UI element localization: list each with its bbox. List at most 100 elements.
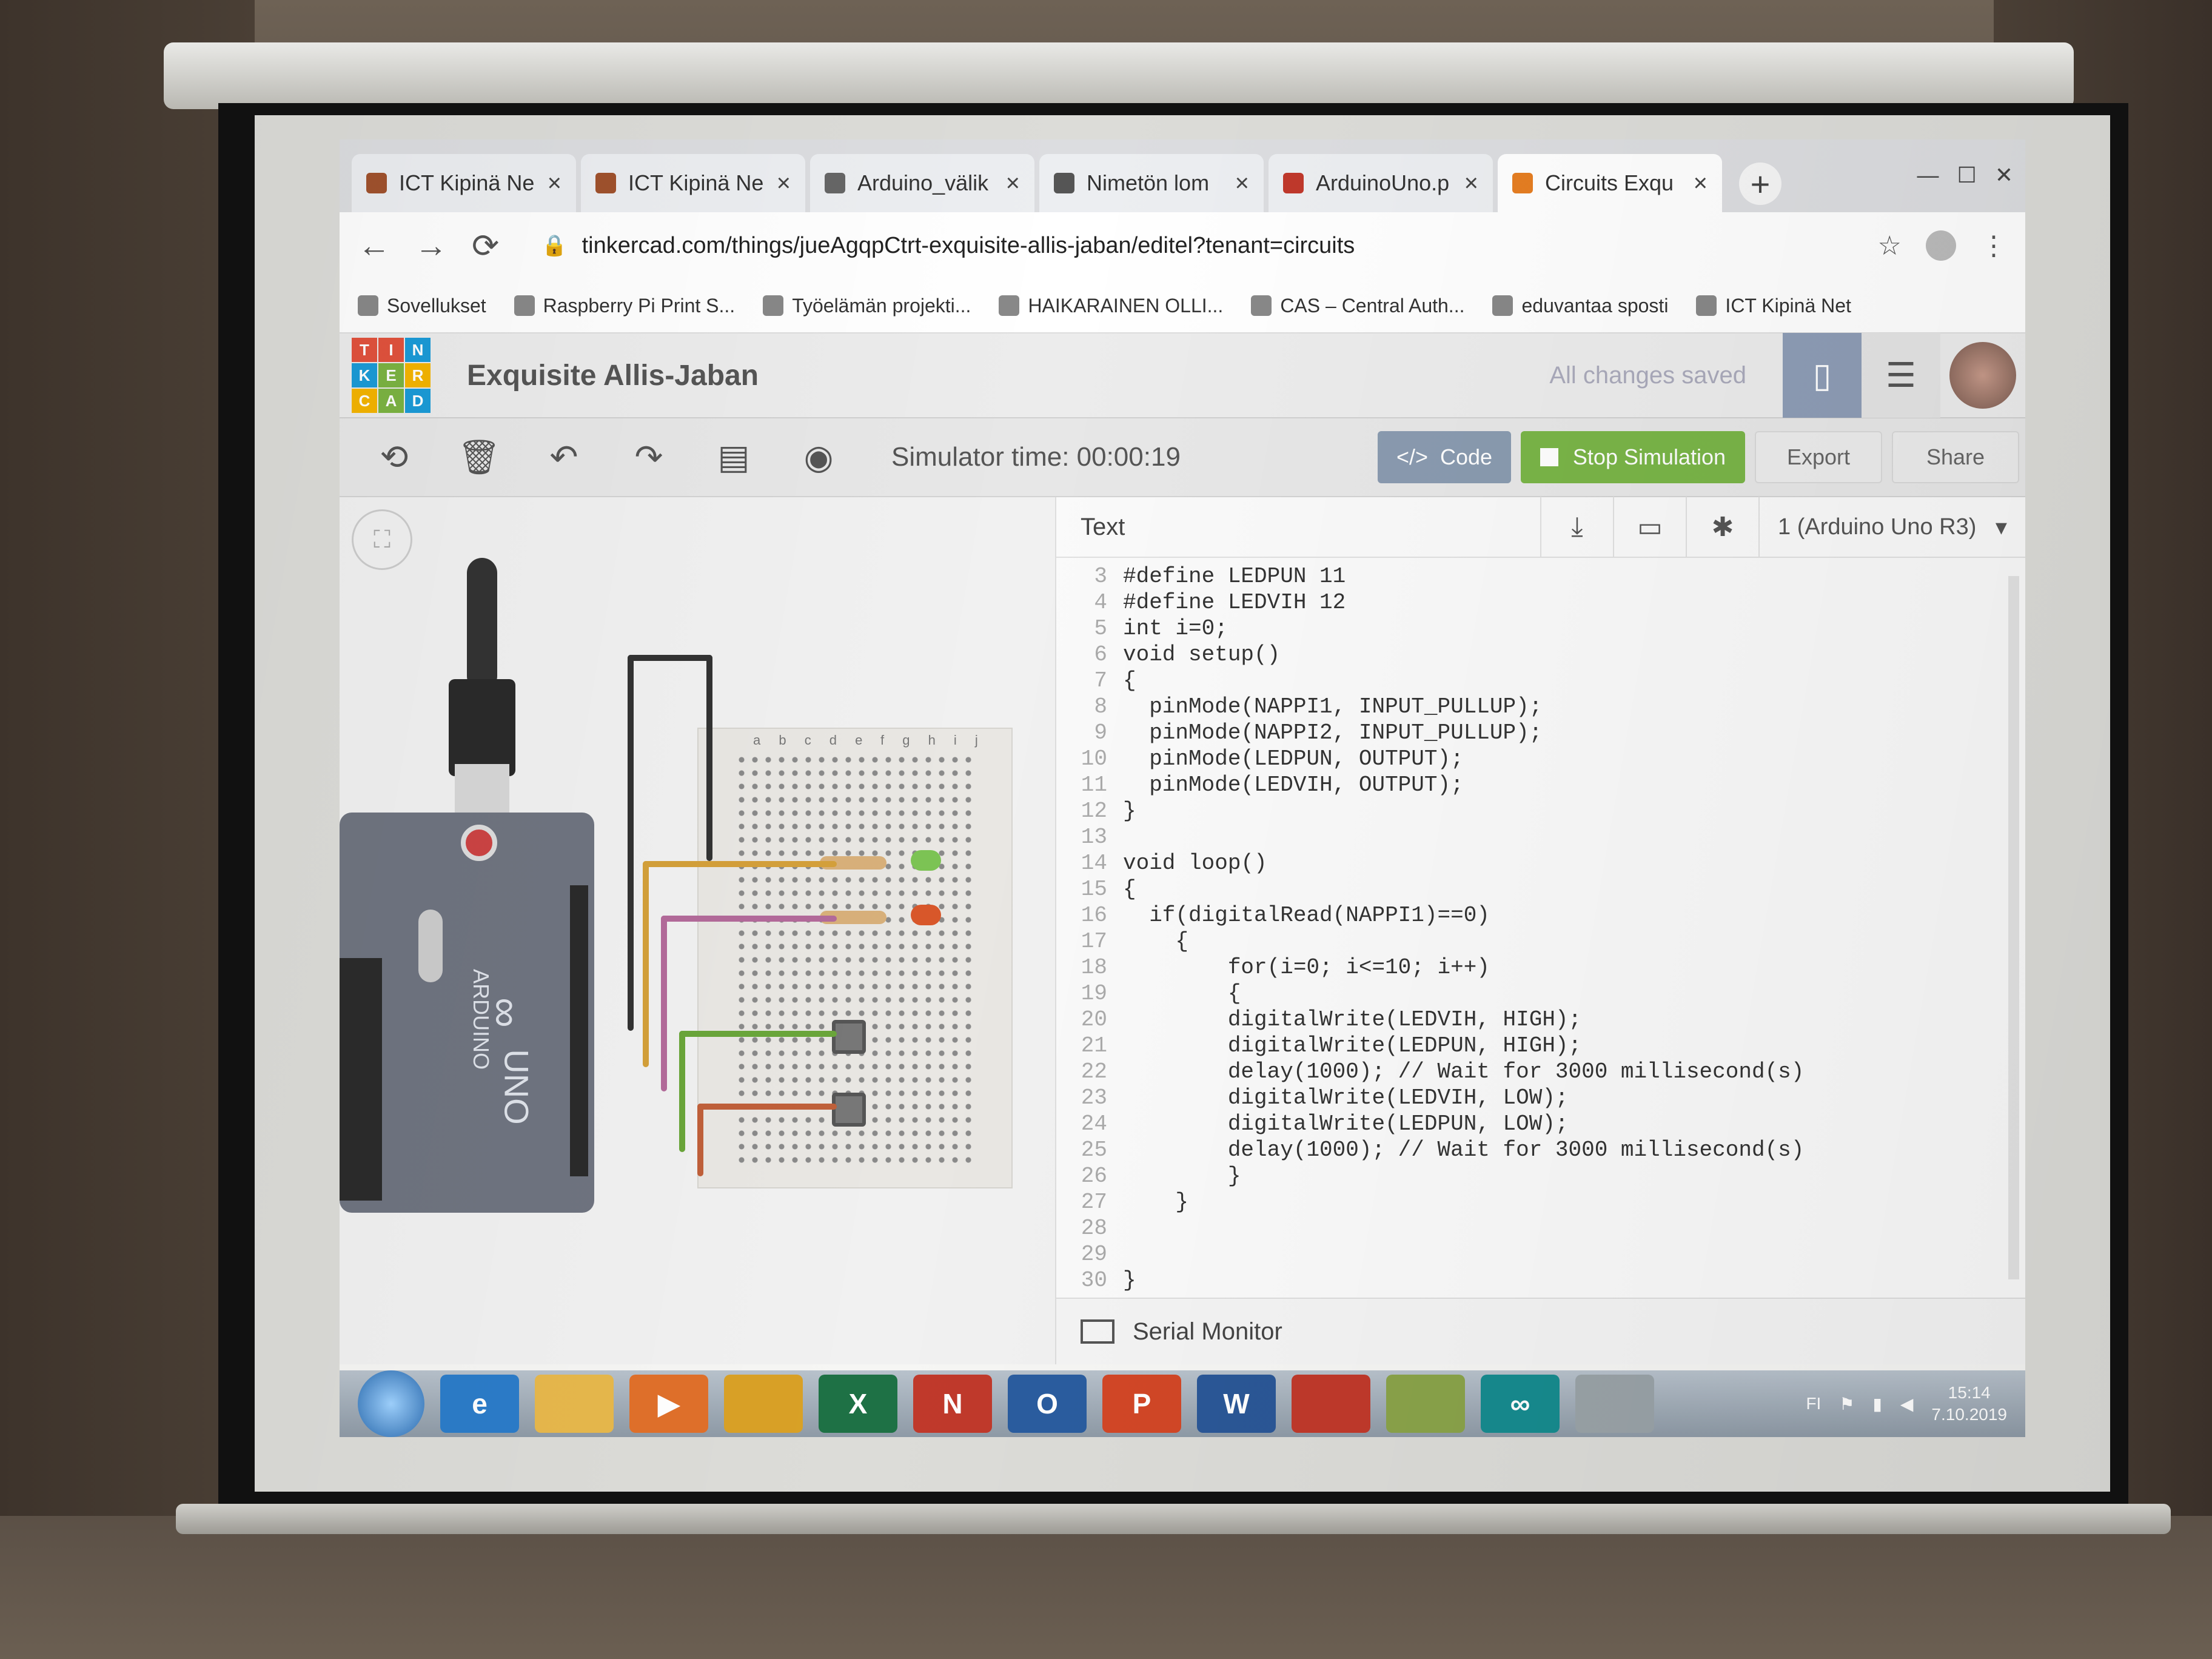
excel-icon[interactable]: X: [819, 1375, 897, 1433]
wire[interactable]: [697, 1104, 837, 1110]
code-line: 21 digitalWrite(LEDPUN, HIGH);: [1056, 1033, 2002, 1059]
code-editor[interactable]: 3 #define LEDPUN 11 4 #define LEDVIH 12 5 int…: [1056, 564, 2002, 1298]
share-button[interactable]: Share: [1892, 431, 2019, 483]
notes-icon[interactable]: ▤: [691, 418, 776, 497]
bookmark-item[interactable]: eduvantaa sposti: [1492, 295, 1668, 317]
minimize-icon[interactable]: —: [1917, 163, 1939, 188]
maximize-icon[interactable]: ☐: [1957, 163, 1977, 188]
wire[interactable]: [643, 861, 837, 867]
arduino-ide-icon[interactable]: ∞: [1481, 1375, 1560, 1433]
bookmark-item[interactable]: HAIKARAINEN OLLI...: [999, 295, 1223, 317]
chrome-icon[interactable]: [724, 1375, 803, 1433]
browser-tab[interactable]: ICT Kipinä Ne ×: [352, 154, 576, 212]
redo-icon[interactable]: ↷: [606, 418, 691, 497]
vpn-icon[interactable]: [1292, 1375, 1370, 1433]
paper-icon[interactable]: [1575, 1375, 1654, 1433]
internet-explorer-icon[interactable]: e: [440, 1375, 519, 1433]
serial-monitor-toggle[interactable]: Serial Monitor: [1056, 1298, 2025, 1364]
bookmark-item[interactable]: ICT Kipinä Net: [1696, 295, 1851, 317]
media-player-icon[interactable]: ▶: [629, 1375, 708, 1433]
download-icon[interactable]: ⤓: [1540, 497, 1613, 557]
close-window-icon[interactable]: ✕: [1995, 163, 2013, 188]
debugger-icon[interactable]: ✱: [1686, 497, 1758, 557]
project-title[interactable]: Exquisite Allis-Jaban: [467, 359, 759, 392]
code-mode-select[interactable]: Text: [1081, 514, 1125, 541]
wire[interactable]: [628, 655, 634, 1031]
bookmark-item[interactable]: Työelämän projekti...: [763, 295, 971, 317]
push-button[interactable]: [832, 1093, 866, 1127]
red-led[interactable]: [911, 905, 941, 925]
delete-icon[interactable]: 🗑: [437, 418, 521, 497]
browser-tab[interactable]: Arduino_välik ×: [810, 154, 1034, 212]
tab-close-icon[interactable]: ×: [1694, 170, 1708, 197]
code-line: 22 delay(1000); // Wait for 3000 millise…: [1056, 1059, 2002, 1085]
word-icon[interactable]: W: [1197, 1375, 1276, 1433]
browser-tab[interactable]: ICT Kipinä Ne ×: [581, 154, 805, 212]
push-button[interactable]: [832, 1020, 866, 1054]
url-field[interactable]: 🔒 tinkercad.com/things/jueAgqpCtrt-exqui…: [523, 221, 1853, 270]
reset-button[interactable]: [461, 825, 497, 861]
bookmark-star-icon[interactable]: ☆: [1878, 230, 1902, 261]
wire[interactable]: [661, 916, 667, 1091]
forward-icon[interactable]: →: [415, 227, 447, 264]
file-explorer-icon[interactable]: [535, 1375, 614, 1433]
visibility-icon[interactable]: ◉: [776, 418, 861, 497]
browser-tab[interactable]: ArduinoUno.p ×: [1269, 154, 1493, 212]
notepad-icon[interactable]: [1386, 1375, 1465, 1433]
menu-icon[interactable]: ⋮: [1980, 230, 2007, 261]
code-scrollbar[interactable]: [2008, 576, 2019, 1279]
simulator-time: Simulator time: 00:00:19: [891, 442, 1181, 472]
usb-cable[interactable]: [443, 558, 521, 831]
line-number: 18: [1081, 955, 1107, 980]
bookmark-item[interactable]: CAS – Central Auth...: [1251, 295, 1464, 317]
browser-tab[interactable]: Nimetön lom ×: [1039, 154, 1264, 212]
bookmark-item[interactable]: Raspberry Pi Print S...: [514, 295, 735, 317]
rotate-icon[interactable]: ⟲: [352, 418, 437, 497]
code-button[interactable]: </> Code: [1378, 431, 1511, 483]
arduino-uno-board[interactable]: ARDUINO UNO ∞: [340, 813, 594, 1213]
tab-close-icon[interactable]: ×: [777, 170, 791, 197]
tab-close-icon[interactable]: ×: [1235, 170, 1249, 197]
stop-simulation-button[interactable]: Stop Simulation: [1521, 431, 1745, 483]
wire[interactable]: [661, 916, 837, 922]
powerpoint-icon[interactable]: P: [1102, 1375, 1181, 1433]
code-text: void setup(): [1123, 642, 1281, 667]
back-icon[interactable]: ←: [358, 227, 390, 264]
circuit-view-button[interactable]: ▯: [1783, 333, 1862, 418]
wire[interactable]: [628, 655, 712, 661]
tab-close-icon[interactable]: ×: [1464, 170, 1478, 197]
wire[interactable]: [697, 1104, 703, 1176]
wire[interactable]: [643, 861, 649, 1067]
wire[interactable]: [679, 1031, 685, 1152]
avatar[interactable]: [1949, 342, 2016, 409]
outlook-icon[interactable]: O: [1008, 1375, 1087, 1433]
export-button[interactable]: Export: [1755, 431, 1882, 483]
circuit-canvas[interactable]: ⛶ ARDUINO UNO ∞ a b c d e f g h i j: [340, 497, 1055, 1364]
language-indicator[interactable]: FI: [1806, 1394, 1821, 1413]
zoom-to-fit-button[interactable]: ⛶: [352, 509, 412, 570]
tab-label: ArduinoUno.p: [1316, 170, 1450, 195]
green-led[interactable]: [911, 850, 941, 871]
browser-tab[interactable]: Circuits Exqu ×: [1498, 154, 1722, 212]
network-icon[interactable]: ▮: [1872, 1394, 1882, 1414]
tab-close-icon[interactable]: ×: [548, 170, 561, 197]
tinkercad-logo[interactable]: TIN KER CAD: [352, 338, 431, 413]
volume-icon[interactable]: ◀: [1900, 1394, 1914, 1414]
undo-icon[interactable]: ↶: [521, 418, 606, 497]
library-icon[interactable]: ▭: [1613, 497, 1686, 557]
code-text: delay(1000); // Wait for 3000 millisecon…: [1123, 1059, 1805, 1084]
reload-icon[interactable]: ⟳: [472, 227, 499, 265]
wire[interactable]: [679, 1031, 837, 1037]
bookmark-item[interactable]: Sovellukset: [358, 295, 486, 317]
tab-close-icon[interactable]: ×: [1006, 170, 1020, 197]
device-select[interactable]: 1 (Arduino Uno R3) ▾: [1758, 497, 2025, 557]
start-button[interactable]: [358, 1370, 424, 1437]
new-tab-button[interactable]: +: [1739, 163, 1781, 205]
action-center-icon[interactable]: ⚑: [1839, 1394, 1854, 1414]
onenote-icon[interactable]: N: [913, 1375, 992, 1433]
profile-icon[interactable]: [1926, 230, 1956, 261]
component-list-button[interactable]: ☰: [1862, 333, 1940, 418]
taskbar-clock[interactable]: 15:14 7.10.2019: [1931, 1382, 2007, 1426]
breadboard[interactable]: a b c d e f g h i j: [697, 728, 1013, 1188]
wire[interactable]: [706, 655, 712, 861]
